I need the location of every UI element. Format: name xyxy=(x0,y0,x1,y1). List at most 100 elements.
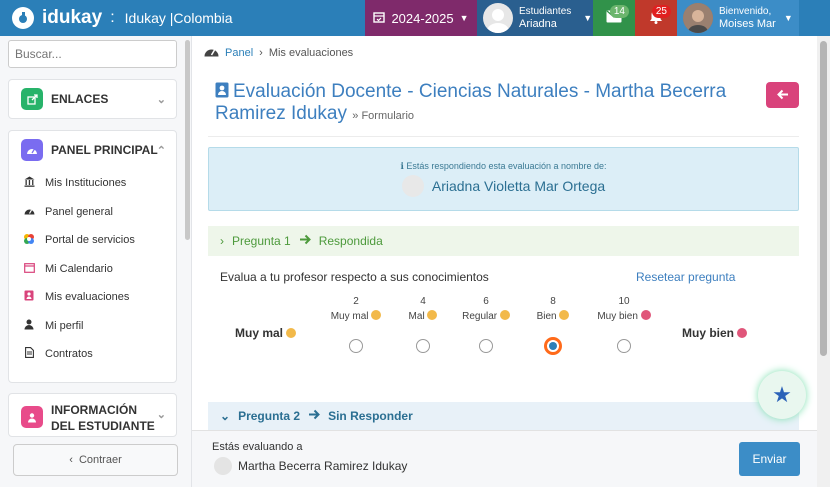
sidebar-scrollbar[interactable] xyxy=(185,40,190,240)
informacion-estudiante-section[interactable]: INFORMACIÓN DEL ESTUDIANTE ⌄ xyxy=(8,393,177,437)
reset-question-link[interactable]: Resetear pregunta xyxy=(636,270,735,284)
brand-name: idukay xyxy=(42,7,103,28)
option-value: 6 xyxy=(483,296,489,307)
teacher-name: Martha Becerra Ramirez Idukay xyxy=(238,459,408,473)
calendar-icon xyxy=(23,262,35,276)
option-radio[interactable] xyxy=(416,339,430,353)
happy-emoji-icon xyxy=(737,328,748,338)
calendar-icon xyxy=(373,11,386,26)
brand[interactable]: idukay : Idukay |Colombia xyxy=(0,0,365,36)
messages-button[interactable]: 14 xyxy=(593,0,635,36)
divider xyxy=(208,136,799,137)
evaluation-footer: Estás evaluando a Martha Becerra Ramirez… xyxy=(192,430,817,487)
search-input[interactable] xyxy=(8,40,177,68)
informacion-estudiante-label: INFORMACIÓN DEL ESTUDIANTE xyxy=(51,403,155,433)
student-name: Ariadna xyxy=(519,18,557,30)
breadcrumb-separator: › xyxy=(259,46,263,59)
question-1-label: Pregunta 1 xyxy=(232,234,291,248)
evaluation-icon xyxy=(23,290,35,304)
sidebar-item-label: Mi perfil xyxy=(45,319,84,332)
rating-option[interactable]: 6 Regular xyxy=(456,296,516,353)
student-selector[interactable]: Estudiantes Ariadna ▼ xyxy=(477,0,593,36)
info-icon: ℹ xyxy=(400,161,404,171)
option-radio[interactable] xyxy=(479,339,493,353)
evaluating-label: Estás evaluando a xyxy=(212,441,303,453)
enlaces-label: ENLACES xyxy=(51,92,109,106)
main-scrollbar[interactable] xyxy=(817,36,830,487)
panel-principal-header[interactable]: PANEL PRINCIPAL ⌃ xyxy=(9,131,176,169)
panel-principal-section: PANEL PRINCIPAL ⌃ Mis Instituciones Pane… xyxy=(8,130,177,383)
sidebar-item-label: Panel general xyxy=(45,205,113,218)
option-label: Regular xyxy=(462,311,498,322)
arrow-right-icon xyxy=(299,234,311,248)
notifications-badge: 25 xyxy=(651,5,671,18)
rating-option[interactable]: 8 Bien xyxy=(523,296,583,355)
welcome-label: Bienvenido, xyxy=(719,6,772,17)
back-button[interactable] xyxy=(766,82,799,108)
arrow-right-icon xyxy=(308,409,320,423)
sidebar-item-mis-evaluaciones[interactable]: Mis evaluaciones xyxy=(9,283,176,312)
rating-option[interactable]: 2 Muy mal xyxy=(326,296,386,353)
chevron-left-icon: ‹ xyxy=(69,454,73,466)
collapse-label: Contraer xyxy=(78,454,122,466)
school-year-selector[interactable]: 2024-2025 ▼ xyxy=(365,0,477,36)
user-menu[interactable]: Bienvenido, Moises Mar ▼ xyxy=(677,0,799,36)
collapse-sidebar-button[interactable]: ‹ Contraer xyxy=(13,444,178,476)
breadcrumb: Panel › Mis evaluaciones xyxy=(204,45,353,60)
question-1-header[interactable]: › Pregunta 1 Respondida xyxy=(208,226,799,256)
option-value: 2 xyxy=(353,296,359,307)
emoji-icon xyxy=(559,310,570,320)
scrollbar-thumb[interactable] xyxy=(820,41,827,356)
option-label: Muy bien xyxy=(597,311,638,322)
option-radio[interactable] xyxy=(617,339,631,353)
option-value: 8 xyxy=(550,296,556,307)
option-label: Mal xyxy=(408,311,425,322)
page-subtitle: » Formulario xyxy=(352,110,415,122)
option-radio[interactable] xyxy=(349,339,363,353)
sidebar-item-mi-perfil[interactable]: Mi perfil xyxy=(9,312,176,341)
sidebar-item-portal-servicios[interactable]: Portal de servicios xyxy=(9,226,176,255)
page-title: Evaluación Docente - Ciencias Naturales … xyxy=(215,81,755,127)
send-button[interactable]: Enviar xyxy=(739,442,800,476)
emoji-icon xyxy=(371,310,382,320)
chevron-down-icon: ⌄ xyxy=(156,409,166,421)
rating-option[interactable]: 10 Muy bien xyxy=(594,296,654,353)
idukay-logo-icon xyxy=(12,7,34,29)
sidebar-item-label: Mis evaluaciones xyxy=(45,291,130,304)
rating-option[interactable]: 4 Mal xyxy=(393,296,453,353)
arrow-left-icon xyxy=(776,87,789,103)
sidebar-item-mis-instituciones[interactable]: Mis Instituciones xyxy=(9,169,176,198)
chevron-down-icon: ⌄ xyxy=(156,93,166,106)
institution-icon xyxy=(23,176,35,190)
messages-badge: 14 xyxy=(609,5,629,18)
breadcrumb-panel-link[interactable]: Panel xyxy=(225,47,253,59)
panel-principal-label: PANEL PRINCIPAL xyxy=(51,143,158,157)
option-radio-selected[interactable] xyxy=(544,337,562,355)
breadcrumb-current: Mis evaluaciones xyxy=(268,46,354,59)
sidebar-item-mi-calendario[interactable]: Mi Calendario xyxy=(9,255,176,284)
respondent-name: Ariadna Violetta Mar Ortega xyxy=(431,178,606,194)
scale-min-label: Muy mal xyxy=(235,326,297,340)
option-label: Muy mal xyxy=(330,311,369,322)
dashboard-icon xyxy=(23,206,35,218)
teacher-avatar xyxy=(214,457,232,475)
emoji-icon xyxy=(640,310,651,320)
emoji-icon xyxy=(427,310,438,320)
option-value: 10 xyxy=(618,296,630,307)
services-icon xyxy=(23,233,35,248)
dashboard-icon xyxy=(21,139,43,161)
respondent-avatar xyxy=(401,175,424,197)
respondent-info-panel: ℹ Estás respondiendo esta evaluación a n… xyxy=(208,147,799,211)
sidebar-item-contratos[interactable]: Contratos xyxy=(9,340,176,369)
favorite-star-button[interactable]: ★ xyxy=(758,371,806,419)
chevron-down-icon: ⌄ xyxy=(220,409,231,423)
chevron-up-icon: ⌃ xyxy=(156,144,166,157)
enlaces-section[interactable]: ENLACES ⌄ xyxy=(8,79,177,119)
question-1-status: Respondida xyxy=(318,234,383,248)
question-2-status: Sin Responder xyxy=(328,409,413,423)
user-icon xyxy=(23,319,35,333)
sidebar-item-panel-general[interactable]: Panel general xyxy=(9,198,176,227)
main-content: Panel › Mis evaluaciones Evaluación Doce… xyxy=(192,36,817,487)
notifications-button[interactable]: 25 xyxy=(635,0,677,36)
question-2-header[interactable]: ⌄ Pregunta 2 Sin Responder xyxy=(208,402,799,430)
